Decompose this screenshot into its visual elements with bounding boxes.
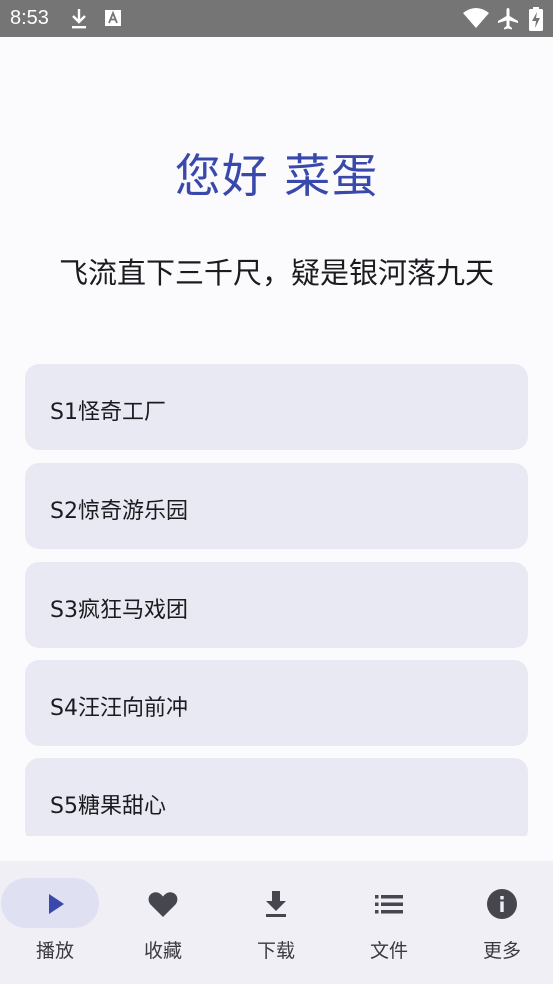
bottom-navigation: 播放 收藏 下载 文件 更多 <box>0 861 553 984</box>
list-item[interactable]: S1怪奇工厂 <box>25 364 528 450</box>
episode-list[interactable]: S1怪奇工厂 S2惊奇游乐园 S3疯狂马戏团 S4汪汪向前冲 S5糖果甜心 <box>0 364 553 836</box>
nav-label: 收藏 <box>143 940 182 962</box>
list-item-label: S5糖果甜心 <box>50 794 166 819</box>
battery-charging-icon <box>529 7 543 31</box>
nav-label: 更多 <box>482 940 521 962</box>
nav-item-favorites[interactable]: 收藏 <box>108 861 218 984</box>
nav-label: 下载 <box>256 940 295 962</box>
list-item-label: S3疯狂马戏团 <box>50 598 188 623</box>
info-icon <box>487 889 517 919</box>
status-time: 8:53 <box>10 7 49 29</box>
nav-label: 播放 <box>35 940 74 962</box>
list-item-label: S2惊奇游乐园 <box>50 499 188 524</box>
download-icon <box>72 9 86 29</box>
nav-label: 文件 <box>369 940 408 962</box>
heart-icon <box>148 892 178 917</box>
greeting-title: 您好 菜蛋 <box>174 149 379 203</box>
list-item[interactable]: S3疯狂马戏团 <box>25 562 528 648</box>
poem-quote: 飞流直下三千尺，疑是银河落九天 <box>58 256 494 290</box>
play-icon <box>49 894 64 914</box>
airplane-icon <box>498 8 518 30</box>
download-icon <box>266 891 286 917</box>
nav-item-download[interactable]: 下载 <box>221 861 331 984</box>
font-icon <box>105 10 121 26</box>
list-item[interactable]: S4汪汪向前冲 <box>25 660 528 746</box>
list-icon <box>375 895 403 914</box>
status-bar: 8:53 <box>0 0 553 37</box>
nav-item-more[interactable]: 更多 <box>447 861 553 984</box>
list-item[interactable]: S2惊奇游乐园 <box>25 463 528 549</box>
list-item[interactable]: S5糖果甜心 <box>25 758 528 836</box>
list-item-label: S1怪奇工厂 <box>50 400 166 425</box>
list-item-label: S4汪汪向前冲 <box>50 696 188 721</box>
nav-item-files[interactable]: 文件 <box>334 861 444 984</box>
nav-item-play[interactable]: 播放 <box>0 861 110 984</box>
wifi-icon <box>463 8 489 28</box>
